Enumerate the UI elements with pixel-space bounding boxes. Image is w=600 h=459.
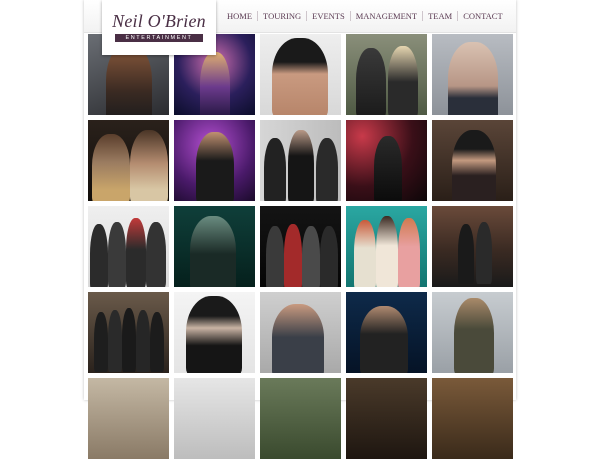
- logo-tagline: ENTERTAINMENT: [115, 34, 203, 42]
- artist-photo-tile[interactable]: [260, 34, 341, 115]
- artist-photo-tile[interactable]: [346, 120, 427, 201]
- artist-photo-tile[interactable]: [432, 292, 513, 373]
- artist-photo-tile[interactable]: [88, 206, 169, 287]
- nav-events[interactable]: EVENTS: [306, 11, 350, 21]
- nav-team[interactable]: TEAM: [422, 11, 457, 21]
- artist-photo-tile[interactable]: [260, 120, 341, 201]
- artist-grid: [88, 34, 513, 459]
- nav-management[interactable]: MANAGEMENT: [349, 11, 422, 21]
- artist-photo-tile[interactable]: [432, 120, 513, 201]
- artist-photo-tile[interactable]: [432, 206, 513, 287]
- artist-photo-tile[interactable]: [346, 292, 427, 373]
- nav-touring[interactable]: TOURING: [257, 11, 306, 21]
- artist-photo-tile[interactable]: [88, 120, 169, 201]
- artist-photo-tile[interactable]: [174, 378, 255, 459]
- artist-photo-tile[interactable]: [260, 378, 341, 459]
- artist-photo-tile[interactable]: [88, 292, 169, 373]
- artist-photo-tile[interactable]: [88, 378, 169, 459]
- logo-name: Neil O'Brien: [112, 11, 206, 31]
- artist-photo-tile[interactable]: [174, 292, 255, 373]
- artist-photo-tile[interactable]: [432, 378, 513, 459]
- site-logo[interactable]: Neil O'Brien ENTERTAINMENT: [102, 0, 216, 55]
- artist-photo-tile[interactable]: [260, 206, 341, 287]
- artist-photo-tile[interactable]: [346, 378, 427, 459]
- artist-photo-tile[interactable]: [432, 34, 513, 115]
- page-container: HOME TOURING EVENTS MANAGEMENT TEAM CONT…: [84, 0, 516, 459]
- nav-contact[interactable]: CONTACT: [457, 11, 507, 21]
- artist-photo-tile[interactable]: [174, 206, 255, 287]
- artist-photo-tile[interactable]: [174, 120, 255, 201]
- artist-photo-tile[interactable]: [346, 34, 427, 115]
- artist-photo-tile[interactable]: [260, 292, 341, 373]
- nav-home[interactable]: HOME: [222, 11, 257, 21]
- main-nav: HOME TOURING EVENTS MANAGEMENT TEAM CONT…: [222, 11, 508, 21]
- artist-photo-tile[interactable]: [346, 206, 427, 287]
